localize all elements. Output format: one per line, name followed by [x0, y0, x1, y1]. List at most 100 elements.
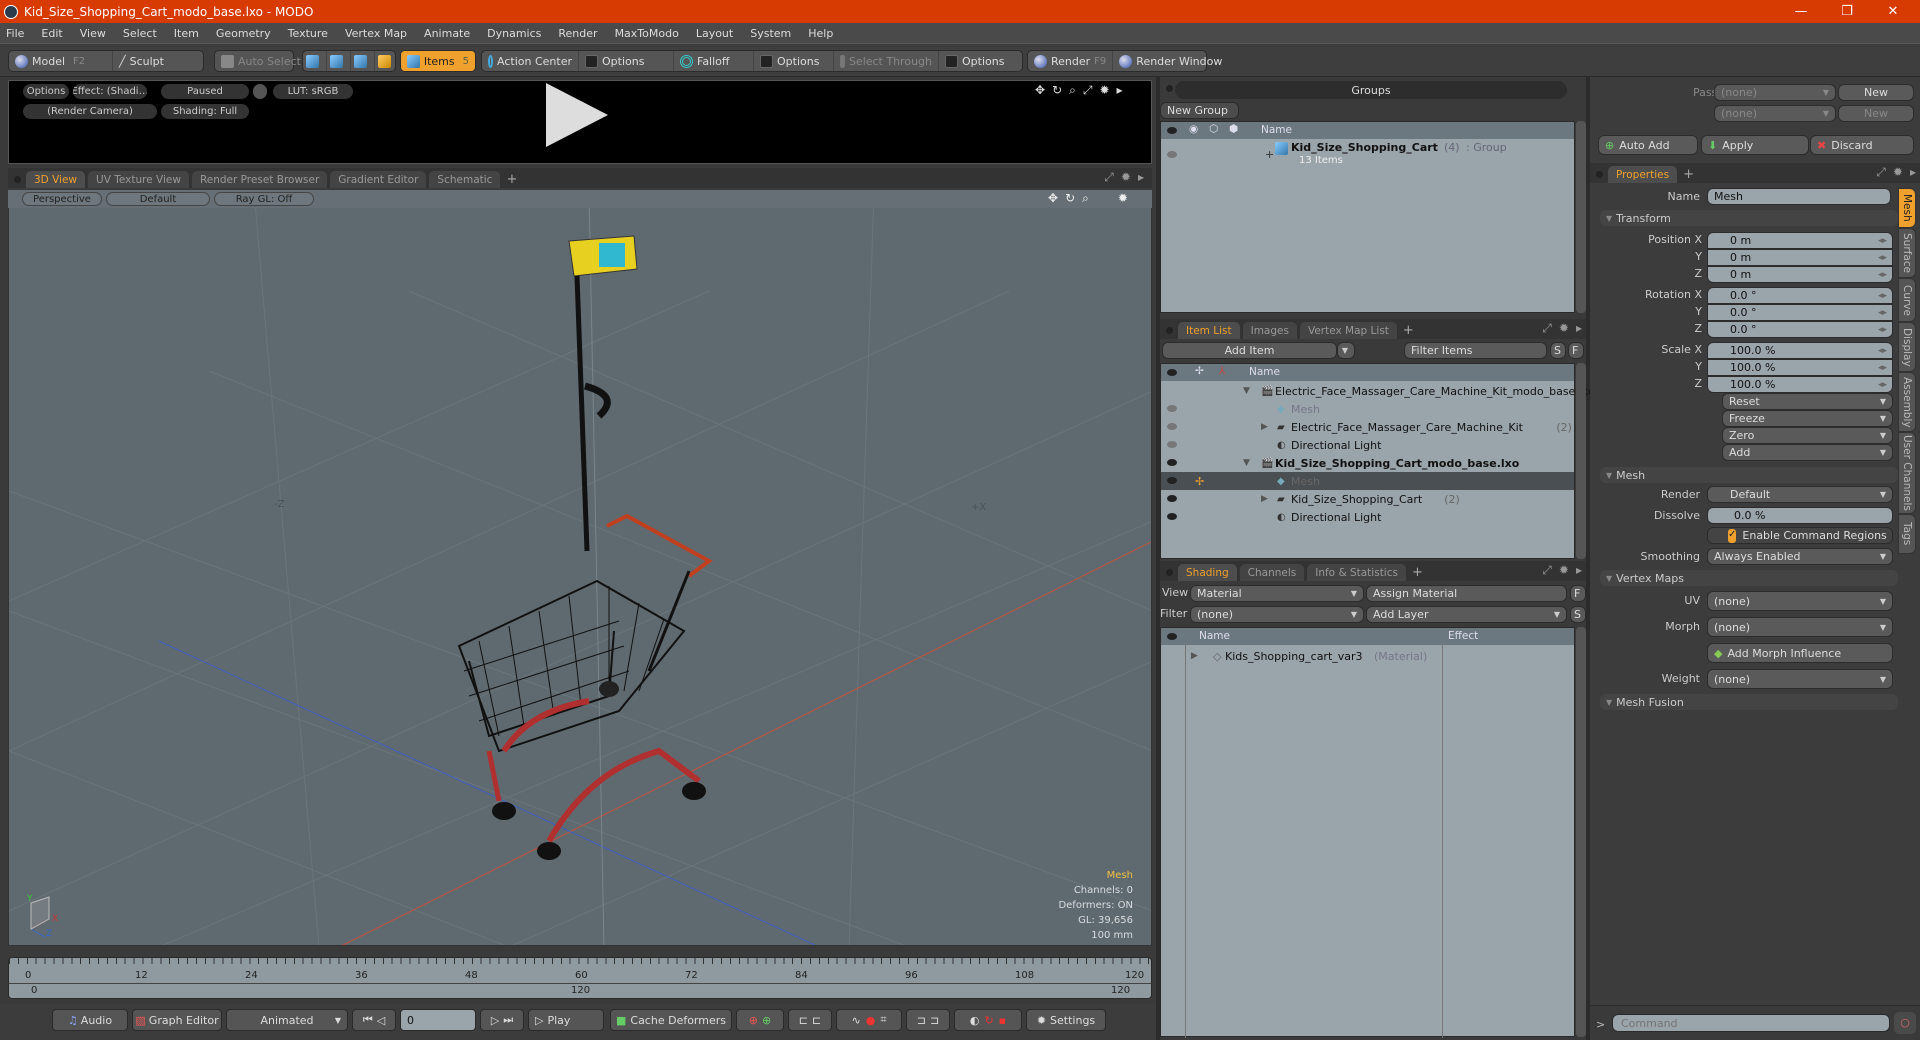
rotation-y-field[interactable]: 0.0 ° ◂▸: [1707, 304, 1893, 321]
play-render-button[interactable]: [546, 83, 608, 147]
animation-mode-dropdown[interactable]: Animated ▼: [226, 1009, 348, 1031]
reset-dropdown[interactable]: Reset ▼: [1722, 393, 1893, 410]
raygl-dropdown[interactable]: Ray GL: Off: [214, 192, 314, 206]
menu-texture[interactable]: Texture: [288, 27, 328, 40]
position-y-field[interactable]: 0 m ◂▸: [1707, 249, 1893, 266]
gear-icon[interactable]: ✹: [1893, 165, 1903, 180]
item-list-row[interactable]: ✢ ◆ Mesh: [1161, 472, 1574, 490]
key-selected-icon[interactable]: ◐: [970, 1014, 980, 1027]
visibility-icon[interactable]: [1167, 459, 1177, 466]
mesh-fusion-section-header[interactable]: ▼ Mesh Fusion: [1600, 694, 1898, 710]
minimize-button[interactable]: —: [1778, 0, 1824, 23]
slider-arrows-icon[interactable]: ◂▸: [1878, 253, 1887, 263]
morph-dropdown[interactable]: (none) ▼: [1707, 617, 1893, 637]
filter-s-button[interactable]: S: [1550, 342, 1566, 359]
rotate-icon[interactable]: ↻: [1052, 83, 1062, 98]
settings-button[interactable]: ✹ Settings: [1026, 1009, 1106, 1031]
items-mode-button[interactable]: Items 5: [401, 51, 475, 71]
expand-arrow-icon[interactable]: ▶: [1261, 494, 1268, 504]
item-list-row[interactable]: ▶ ▰ Kid_Size_Shopping_Cart (2): [1161, 490, 1574, 508]
locator-active-icon[interactable]: ✢: [1195, 475, 1204, 488]
menu-animate[interactable]: Animate: [424, 27, 470, 40]
side-tab-display[interactable]: Display: [1898, 322, 1916, 372]
record-icon[interactable]: ●: [866, 1014, 876, 1027]
tab-info-statistics[interactable]: Info & Statistics: [1307, 564, 1406, 581]
action-center-options-button[interactable]: Options: [579, 51, 674, 71]
action-center-button[interactable]: Action Center: [482, 51, 579, 71]
key-in-out-buttons[interactable]: ⊕ ⊕: [736, 1009, 784, 1031]
side-tab-curve[interactable]: Curve: [1898, 278, 1916, 322]
visibility-icon[interactable]: [1167, 151, 1177, 158]
slider-arrows-icon[interactable]: ◂▸: [1878, 291, 1887, 301]
filter-dropdown[interactable]: (none) ▼: [1190, 606, 1364, 623]
polygons-mode-button[interactable]: [351, 51, 375, 71]
expand-plus-icon[interactable]: +: [1265, 148, 1274, 161]
visibility-icon[interactable]: [1167, 513, 1177, 520]
visibility-icon[interactable]: [1167, 441, 1177, 448]
view-dropdown[interactable]: Material ▼: [1190, 585, 1364, 602]
materials-mode-button[interactable]: [375, 51, 398, 71]
timeline[interactable]: 0 12 24 36 48 60 72 84 96 108 120 0 120 120: [8, 957, 1152, 999]
sculpt-button[interactable]: ╱ Sculpt: [113, 51, 170, 71]
tab-channels[interactable]: Channels: [1239, 564, 1305, 581]
slider-arrows-icon[interactable]: ◂▸: [1878, 380, 1887, 390]
lock-icon[interactable]: [253, 84, 267, 99]
prev-key-icon[interactable]: ◁: [377, 1014, 385, 1027]
menu-layout[interactable]: Layout: [696, 27, 733, 40]
lut-dropdown[interactable]: LUT: sRGB: [273, 84, 353, 99]
collapse-arrow-icon[interactable]: ▼: [1243, 458, 1250, 468]
scale-y-field[interactable]: 100.0 % ◂▸: [1707, 359, 1893, 376]
expand-arrow-icon[interactable]: ▶: [1191, 651, 1198, 661]
skip-end-buttons[interactable]: ▷ ⏭: [480, 1009, 524, 1031]
slider-arrows-icon[interactable]: ◂▸: [1878, 346, 1887, 356]
shopping-cart-model[interactable]: [457, 235, 713, 860]
menu-select[interactable]: Select: [123, 27, 157, 40]
gear-icon[interactable]: ✹: [1121, 170, 1131, 185]
menu-file[interactable]: File: [6, 27, 24, 40]
scale-x-field[interactable]: 100.0 % ◂▸: [1707, 342, 1893, 359]
tab-properties[interactable]: Properties: [1608, 166, 1678, 183]
render-options-button[interactable]: Options: [23, 84, 69, 99]
add-tab-button[interactable]: +: [1409, 564, 1426, 581]
item-list-row[interactable]: ◐ Directional Light: [1161, 436, 1574, 454]
scale-z-field[interactable]: 100.0 % ◂▸: [1707, 376, 1893, 393]
side-tab-assembly[interactable]: Assembly: [1898, 372, 1916, 432]
pass-groups-dropdown[interactable]: (none) ▼: [1714, 84, 1836, 101]
item-list-row[interactable]: ◐ Directional Light: [1161, 508, 1574, 526]
visibility-icon[interactable]: [1167, 405, 1177, 412]
auto-select-button[interactable]: Auto Select: [215, 51, 307, 71]
passes-dropdown[interactable]: (none) ▼: [1714, 105, 1836, 122]
tab-render-preset-browser[interactable]: Render Preset Browser: [191, 171, 328, 188]
key-options-buttons[interactable]: ◐ ↻ ▪: [954, 1009, 1022, 1031]
zoom-icon[interactable]: ⌕: [1082, 191, 1089, 206]
record-macro-icon[interactable]: ○: [1894, 1012, 1916, 1034]
tab-vertex-map-list[interactable]: Vertex Map List: [1299, 322, 1397, 339]
tab-item-list[interactable]: Item List: [1178, 322, 1240, 339]
add-tab-button[interactable]: +: [1680, 166, 1697, 183]
add-dropdown[interactable]: Add ▼: [1722, 444, 1893, 461]
new-pass-button[interactable]: New: [1838, 105, 1914, 122]
item-list-row[interactable]: ▼ 🎬 Electric_Face_Massager_Care_Machine_Ki…: [1161, 382, 1600, 400]
add-layer-dropdown[interactable]: Add Layer ▼: [1366, 606, 1567, 623]
side-tab-surface[interactable]: Surface: [1898, 228, 1916, 278]
go-to-end-icon[interactable]: ⏭: [503, 1013, 513, 1027]
model-button[interactable]: Model F2: [9, 51, 113, 71]
maximize-icon[interactable]: ⤢: [1083, 83, 1093, 98]
render-camera-dropdown[interactable]: (Render Camera): [23, 104, 157, 119]
close-button[interactable]: ✕: [1870, 0, 1916, 23]
skip-start-buttons[interactable]: ⏮ ◁: [352, 1009, 396, 1031]
next-key-buttons[interactable]: ⊐ ⊐: [906, 1009, 950, 1031]
side-tab-mesh[interactable]: Mesh: [1898, 188, 1916, 228]
expand-arrow-icon[interactable]: ▶: [1261, 422, 1268, 432]
prev-key-buttons[interactable]: ⊏ ⊏: [788, 1009, 832, 1031]
maximize-button[interactable]: ❐: [1824, 0, 1870, 23]
go-to-start-icon[interactable]: ⏮: [363, 1013, 373, 1027]
zoom-icon[interactable]: ⌕: [1069, 83, 1076, 98]
orbit-icon[interactable]: ↻: [1065, 191, 1075, 206]
previous-key-icon[interactable]: ⊏: [812, 1014, 821, 1027]
audio-button[interactable]: ♫ Audio: [52, 1009, 128, 1031]
mesh-section-header[interactable]: ▼ Mesh: [1600, 467, 1898, 483]
new-group-button[interactable]: New Group: [1160, 102, 1239, 119]
cache-deformers-button[interactable]: ■ Cache Deformers: [610, 1009, 732, 1031]
add-item-dropdown[interactable]: ▼: [1337, 342, 1355, 359]
